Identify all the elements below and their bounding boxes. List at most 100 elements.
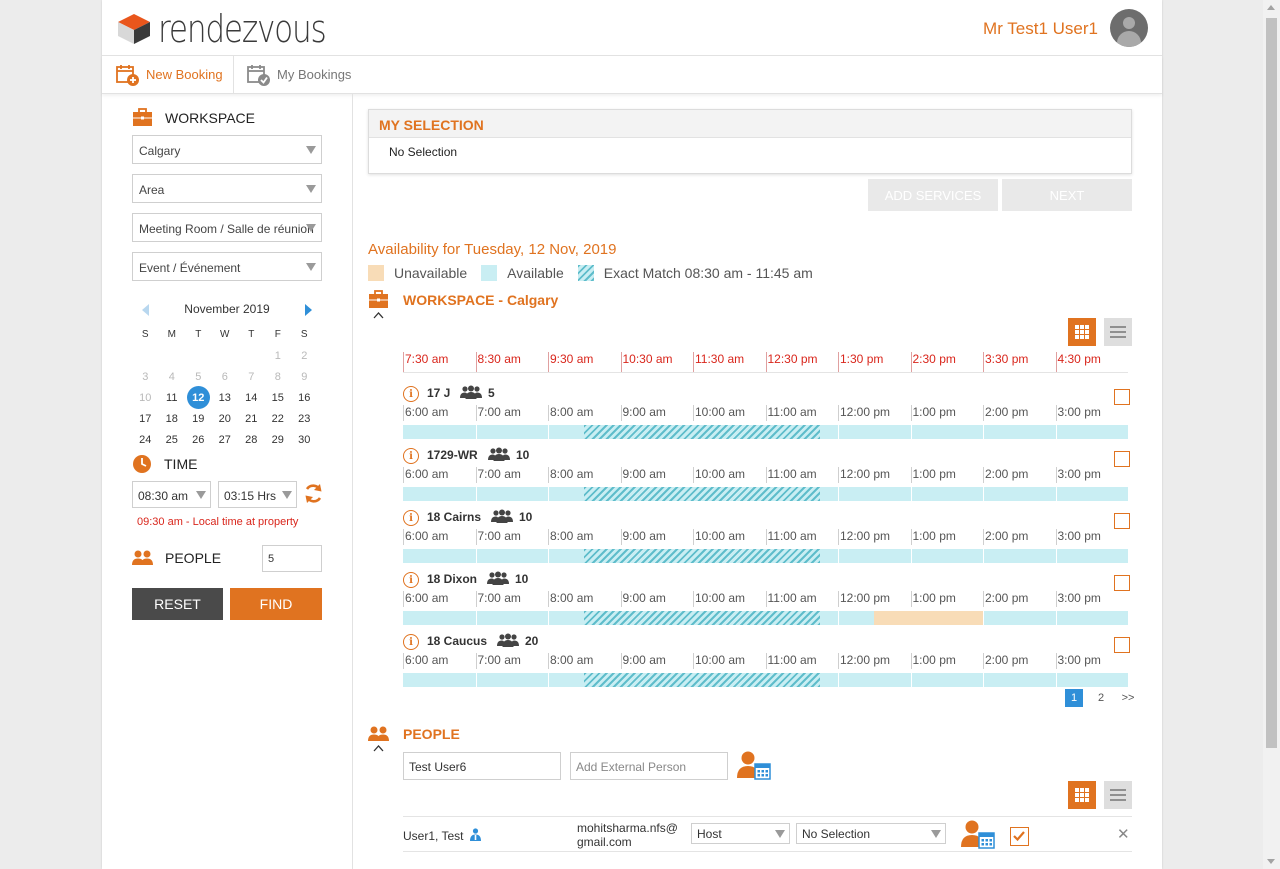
area-select[interactable]: Area xyxy=(132,174,322,203)
attendee-role-select[interactable]: Host xyxy=(691,823,790,844)
people-grid-view-button[interactable] xyxy=(1068,781,1096,809)
local-hour-label: 7:00 am xyxy=(475,591,521,607)
event-type-select[interactable]: Event / Événement xyxy=(132,252,322,281)
next-button[interactable]: NEXT xyxy=(1002,179,1132,211)
duration-select[interactable]: 03:15 Hrs xyxy=(218,481,297,508)
calendar-day[interactable]: 15 xyxy=(265,387,292,408)
page-1-button[interactable]: 1 xyxy=(1065,689,1083,707)
calendar-day[interactable]: 25 xyxy=(159,429,186,450)
people-count-input[interactable]: 5 xyxy=(262,545,322,572)
person-calendar-icon[interactable] xyxy=(961,819,995,849)
people-list-view-button[interactable] xyxy=(1104,781,1132,809)
calendar-day[interactable]: 11 xyxy=(159,387,186,408)
page-scrollbar[interactable] xyxy=(1263,0,1280,869)
workspace-label: WORKSPACE xyxy=(165,109,255,126)
calendar-day[interactable]: 27 xyxy=(212,429,239,450)
reset-button[interactable]: RESET xyxy=(132,588,223,620)
calendar-day[interactable]: 26 xyxy=(185,429,212,450)
calendar-day[interactable]: 17 xyxy=(132,408,159,429)
add-services-button[interactable]: ADD SERVICES xyxy=(868,179,998,211)
avatar[interactable] xyxy=(1110,9,1148,47)
calendar-day[interactable]: 14 xyxy=(238,387,265,408)
scroll-down-arrow-icon[interactable] xyxy=(1267,859,1275,864)
next-page-button[interactable]: >> xyxy=(1119,689,1137,707)
hour-tick xyxy=(1055,487,1057,501)
info-icon[interactable]: i xyxy=(403,510,419,526)
hour-tick xyxy=(910,487,912,501)
prev-month-arrow-icon[interactable] xyxy=(142,304,149,316)
legend-exact-swatch xyxy=(577,265,594,281)
tab-new-booking[interactable]: New Booking xyxy=(116,56,223,93)
next-month-arrow-icon[interactable] xyxy=(305,304,312,316)
capacity-people-icon xyxy=(460,385,482,399)
info-icon[interactable]: i xyxy=(403,634,419,650)
local-hour-label: 12:00 pm xyxy=(838,653,891,669)
calendar-day[interactable]: 21 xyxy=(238,408,265,429)
local-hour-label: 10:00 am xyxy=(693,529,746,545)
room-type-select-value: Meeting Room / Salle de réunion xyxy=(139,222,314,236)
availability-bar[interactable] xyxy=(403,549,1128,563)
calendar-day-selected[interactable]: 12 xyxy=(185,386,212,409)
people-search-input[interactable]: Test User6 xyxy=(403,752,561,780)
availability-bar[interactable] xyxy=(403,611,1128,625)
availability-bar[interactable] xyxy=(403,487,1128,501)
remove-attendee-close-icon[interactable]: ✕ xyxy=(1117,825,1130,843)
grid-icon xyxy=(1075,325,1089,339)
calendar-day[interactable]: 19 xyxy=(185,408,212,429)
availability-bar[interactable] xyxy=(403,425,1128,439)
attendee-selection-select[interactable]: No Selection xyxy=(796,823,946,844)
calendar-day[interactable]: 30 xyxy=(291,429,318,450)
find-button[interactable]: FIND xyxy=(230,588,322,620)
external-person-input[interactable]: Add External Person xyxy=(570,752,728,780)
hour-tick xyxy=(475,549,477,563)
chevron-down-icon xyxy=(306,263,316,271)
room-select-checkbox[interactable] xyxy=(1114,637,1130,653)
calendar-day[interactable]: 24 xyxy=(132,429,159,450)
info-icon[interactable]: i xyxy=(403,572,419,588)
page-2-button[interactable]: 2 xyxy=(1092,689,1110,707)
chevron-up-icon[interactable] xyxy=(373,744,384,752)
info-icon[interactable]: i xyxy=(403,386,419,402)
calendar-day[interactable]: 28 xyxy=(238,429,265,450)
person-calendar-icon[interactable] xyxy=(737,750,771,780)
room-row: i 18 Caucus 20 6:00 am 7:00 am 8:00 am 9:00 am… xyxy=(403,627,1132,689)
scrollbar-thumb[interactable] xyxy=(1266,18,1277,748)
room-select-checkbox[interactable] xyxy=(1114,575,1130,591)
calendar-day[interactable]: 29 xyxy=(265,429,292,450)
refresh-icon[interactable] xyxy=(303,483,324,504)
room-row: i 18 Cairns 10 6:00 am 7:00 am 8:00 am 9:00 am… xyxy=(403,503,1132,565)
list-view-button[interactable] xyxy=(1104,318,1132,346)
unavailable-segment xyxy=(874,611,983,625)
local-hour-label: 9:00 am xyxy=(620,467,666,483)
start-time-select[interactable]: 08:30 am xyxy=(132,481,211,508)
room-select-checkbox[interactable] xyxy=(1114,513,1130,529)
tab-new-booking-label: New Booking xyxy=(146,67,223,82)
chevron-up-icon[interactable] xyxy=(373,311,384,319)
attendee-checkbox[interactable] xyxy=(1010,827,1029,846)
user-name[interactable]: Mr Test1 User1 xyxy=(983,19,1098,39)
calendar-day[interactable]: 20 xyxy=(212,408,239,429)
room-select-checkbox[interactable] xyxy=(1114,451,1130,467)
calendar-day[interactable]: 22 xyxy=(265,408,292,429)
calendar-day[interactable]: 23 xyxy=(291,408,318,429)
local-hour-label: 12:00 pm xyxy=(838,405,891,421)
calendar-day: 9 xyxy=(301,370,308,383)
tab-my-bookings[interactable]: My Bookings xyxy=(247,56,351,93)
availability-bar[interactable] xyxy=(403,673,1128,687)
calendar-day[interactable]: 13 xyxy=(212,387,239,408)
room-select-checkbox[interactable] xyxy=(1114,389,1130,405)
scroll-up-arrow-icon[interactable] xyxy=(1267,5,1275,10)
city-select-value: Calgary xyxy=(139,144,181,158)
event-type-select-value: Event / Événement xyxy=(139,261,241,275)
local-hour-label: 9:00 am xyxy=(620,591,666,607)
calendar-day[interactable]: 16 xyxy=(291,387,318,408)
brand-logo[interactable]: rendezvous xyxy=(116,7,362,51)
info-icon[interactable]: i xyxy=(403,448,419,464)
local-hour-label: 2:00 pm xyxy=(983,653,1029,669)
calendar-day: 3 xyxy=(142,370,149,383)
grid-view-button[interactable] xyxy=(1068,318,1096,346)
user-badge-icon xyxy=(469,828,481,841)
city-select[interactable]: Calgary xyxy=(132,135,322,164)
calendar-day[interactable]: 18 xyxy=(159,408,186,429)
room-type-select[interactable]: Meeting Room / Salle de réunion xyxy=(132,213,322,242)
